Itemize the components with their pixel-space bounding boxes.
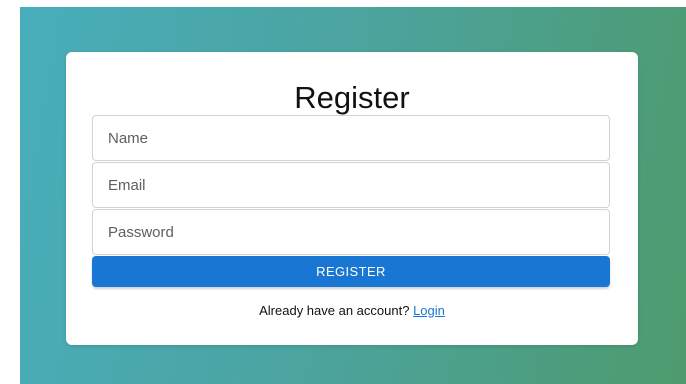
- form-title: Register: [294, 80, 410, 115]
- name-input[interactable]: [93, 116, 609, 160]
- password-input[interactable]: [93, 210, 609, 254]
- register-button[interactable]: REGISTER: [92, 256, 610, 287]
- login-prompt-row: Already have an account? Login: [66, 303, 638, 318]
- password-field[interactable]: [92, 209, 610, 255]
- gradient-background: Register REGISTER Already have an accoun…: [20, 7, 686, 384]
- register-card: Register REGISTER Already have an accoun…: [66, 52, 638, 345]
- email-input[interactable]: [93, 163, 609, 207]
- name-field[interactable]: [92, 115, 610, 161]
- login-prompt-text: Already have an account?: [259, 303, 410, 318]
- login-link[interactable]: Login: [413, 303, 445, 318]
- email-field[interactable]: [92, 162, 610, 208]
